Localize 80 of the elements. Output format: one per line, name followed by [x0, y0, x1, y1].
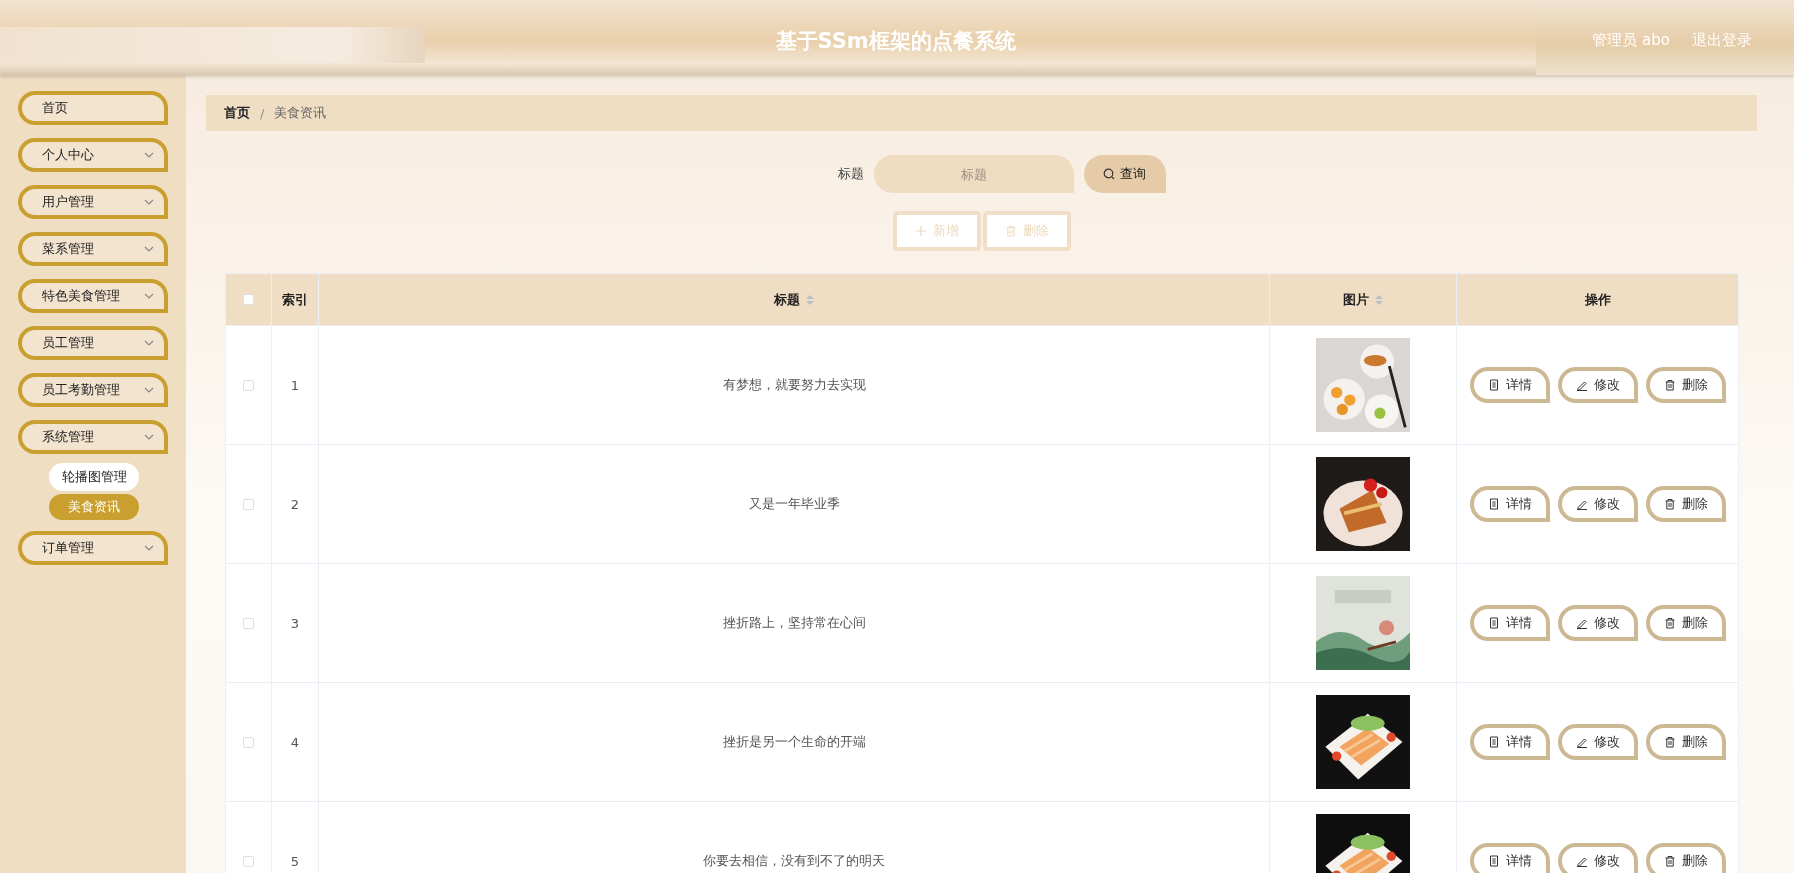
index-cell: 5 — [290, 853, 300, 869]
submenu-item[interactable]: 轮播图管理 — [49, 463, 139, 491]
menu-item[interactable]: 员工管理 — [18, 326, 168, 360]
edit-button[interactable]: 修改 — [1557, 724, 1638, 760]
menu-item[interactable]: 订单管理 — [18, 531, 168, 565]
title-cell: 挫折路上，坚持常在心间 — [722, 614, 866, 632]
search-label: 标题 — [837, 165, 864, 183]
chevron-down-icon — [144, 246, 154, 252]
menu-item[interactable]: 菜系管理 — [18, 232, 168, 266]
edit-button[interactable]: 修改 — [1557, 367, 1638, 403]
trash-icon — [1663, 379, 1676, 391]
document-icon — [1487, 736, 1500, 748]
index-cell: 2 — [290, 496, 300, 512]
checkbox[interactable] — [243, 379, 254, 391]
menu-item[interactable]: 用户管理 — [18, 185, 168, 219]
checkbox[interactable] — [243, 736, 254, 748]
chevron-down-icon — [144, 152, 154, 158]
trash-icon — [1663, 736, 1676, 748]
chevron-down-icon — [144, 434, 154, 440]
detail-button[interactable]: 详情 — [1469, 605, 1550, 641]
delete-button[interactable]: 删除 — [1645, 486, 1726, 522]
detail-button[interactable]: 详情 — [1469, 486, 1550, 522]
search-field[interactable]: 标题 — [873, 155, 1074, 193]
trash-icon — [1663, 498, 1676, 510]
sort-icon — [1375, 294, 1383, 305]
title-cell: 又是一年毕业季 — [748, 495, 840, 513]
pencil-icon — [1575, 617, 1588, 629]
sort-icon — [806, 294, 814, 305]
edit-button[interactable]: 修改 — [1557, 486, 1638, 522]
breadcrumb-separator: / — [260, 105, 265, 121]
menu-item[interactable]: 系统管理 — [18, 420, 168, 454]
trash-icon — [1004, 225, 1017, 237]
edit-button[interactable]: 修改 — [1557, 605, 1638, 641]
chevron-down-icon — [144, 293, 154, 299]
chevron-down-icon — [144, 387, 154, 393]
app-title: 基于SSm框架的点餐系统 — [774, 27, 1017, 55]
menu-item[interactable]: 个人中心 — [18, 138, 168, 172]
checkbox[interactable] — [243, 498, 254, 510]
trash-icon — [1663, 855, 1676, 867]
column-header[interactable]: 索引 — [282, 290, 308, 309]
chevron-down-icon — [144, 340, 154, 346]
trash-icon — [1663, 617, 1676, 629]
checkbox[interactable] — [243, 617, 254, 629]
column-header[interactable]: 操作 — [1584, 290, 1611, 309]
index-cell: 1 — [290, 377, 300, 393]
user-name: 管理员 abo — [1592, 31, 1670, 50]
checkbox[interactable] — [243, 855, 254, 867]
pencil-icon — [1575, 736, 1588, 748]
index-cell: 4 — [290, 734, 300, 750]
delete-button[interactable]: 删除 — [1645, 605, 1726, 641]
pencil-icon — [1575, 855, 1588, 867]
plus-icon — [914, 225, 927, 237]
title-cell: 有梦想，就要努力去实现 — [722, 376, 866, 394]
menu-item[interactable]: 特色美食管理 — [18, 279, 168, 313]
column-header[interactable]: 标题 — [774, 290, 814, 309]
chevron-down-icon — [144, 199, 154, 205]
title-cell: 你要去相信，没有到不了的明天 — [703, 852, 885, 870]
detail-button[interactable]: 详情 — [1469, 367, 1550, 403]
document-icon — [1487, 498, 1500, 510]
breadcrumb-link[interactable]: 首页 — [224, 104, 250, 122]
menu-item[interactable]: 员工考勤管理 — [18, 373, 168, 407]
detail-button[interactable]: 详情 — [1469, 724, 1550, 760]
delete-button[interactable]: 删除 — [1645, 724, 1726, 760]
detail-button[interactable]: 详情 — [1469, 843, 1550, 873]
menu-item[interactable]: 首页 — [18, 91, 168, 125]
pencil-icon — [1575, 379, 1588, 391]
delete-button[interactable]: 删除 — [1645, 367, 1726, 403]
pencil-icon — [1575, 498, 1588, 510]
checkbox[interactable] — [243, 294, 254, 305]
delete-button[interactable]: 删除 — [1645, 843, 1726, 873]
title-cell: 挫折是另一个生命的开端 — [722, 733, 866, 751]
search-button[interactable]: 查询 — [1083, 155, 1166, 193]
document-icon — [1487, 855, 1500, 867]
index-cell: 3 — [290, 615, 300, 631]
document-icon — [1487, 379, 1500, 391]
column-header[interactable]: 图片 — [1343, 290, 1383, 309]
chevron-down-icon — [144, 545, 154, 551]
document-icon — [1487, 617, 1500, 629]
search-icon — [1103, 168, 1115, 180]
edit-button[interactable]: 修改 — [1557, 843, 1638, 873]
